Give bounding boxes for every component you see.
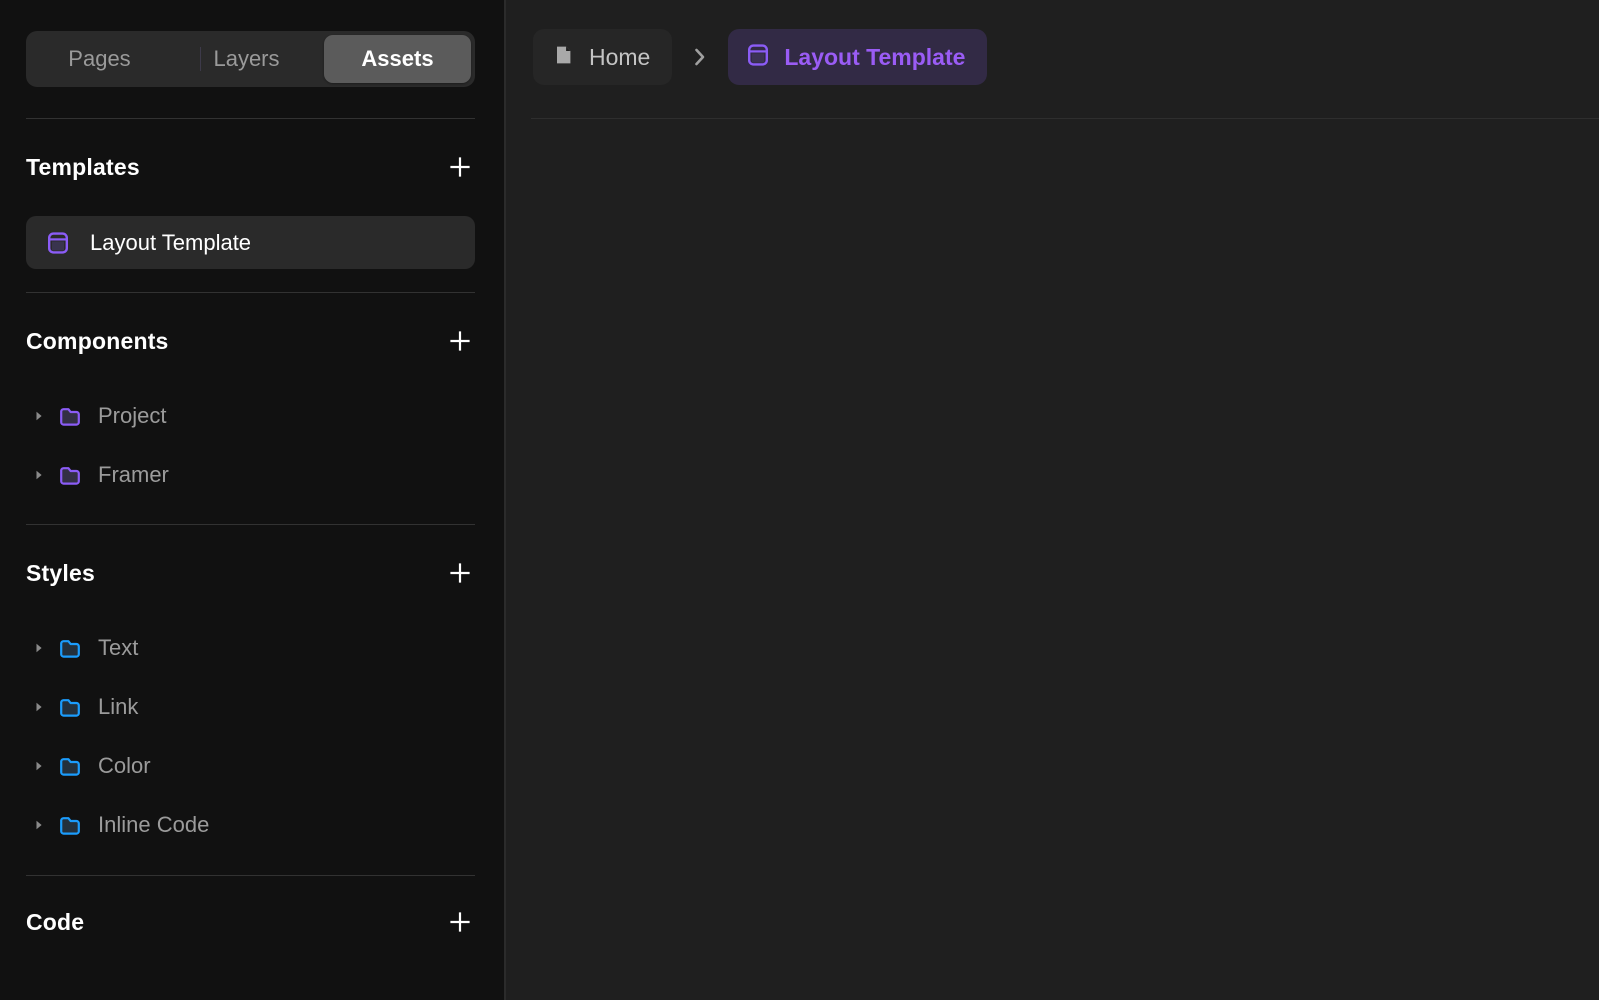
- folder-icon: [52, 404, 88, 428]
- caret-glyph: [36, 761, 42, 771]
- asset-item-layout-template[interactable]: Layout Template: [26, 216, 475, 269]
- folder-icon-glyph: [60, 408, 80, 426]
- folder-icon-glyph: [60, 640, 80, 658]
- add-component-button[interactable]: [445, 326, 475, 356]
- caret-glyph: [36, 411, 42, 421]
- section-title-styles: Styles: [26, 559, 95, 586]
- breadcrumb: Home Layout Template: [533, 29, 988, 85]
- canvas-area[interactable]: [506, 119, 1599, 1000]
- template-icon-glyph: [748, 43, 769, 66]
- tab-assets[interactable]: Assets: [324, 35, 471, 83]
- assets-sidebar: Pages Layers Assets Templates Layout Tem…: [0, 0, 506, 1000]
- section-title-templates: Templates: [26, 153, 140, 180]
- tab-pages-label: Pages: [68, 46, 131, 71]
- folder-icon-glyph: [60, 817, 80, 835]
- add-code-button[interactable]: [445, 907, 475, 937]
- breadcrumb-bar: Home Layout Template: [506, 0, 1599, 119]
- plus-icon: [450, 563, 470, 583]
- template-icon: [746, 43, 770, 72]
- folder-icon: [52, 695, 88, 719]
- add-template-button[interactable]: [445, 152, 475, 182]
- tab-layers[interactable]: Layers: [173, 31, 320, 87]
- panel-tabs: Pages Layers Assets: [26, 31, 475, 87]
- divider-below-tabs: [26, 118, 475, 119]
- caret-glyph: [36, 820, 42, 830]
- caret-glyph: [36, 643, 42, 653]
- asset-item-label: Layout Template: [90, 229, 252, 255]
- divider-below-styles: [26, 875, 475, 876]
- breadcrumb-separator: [672, 46, 728, 68]
- component-folder-project[interactable]: Project: [26, 396, 475, 436]
- divider-below-templates: [26, 292, 475, 293]
- component-folder-label: Project: [98, 403, 167, 428]
- style-folder-label: Link: [98, 694, 139, 719]
- folder-icon: [52, 463, 88, 487]
- chevron-right-icon[interactable]: [26, 396, 52, 436]
- section-title-components: Components: [26, 327, 169, 354]
- page-icon: [551, 43, 575, 72]
- chevron-right-icon[interactable]: [26, 687, 52, 727]
- style-folder-text[interactable]: Text: [26, 628, 475, 668]
- chevron-right-icon[interactable]: [26, 805, 52, 845]
- page-icon-glyph: [557, 46, 571, 63]
- section-header-styles: Styles: [26, 558, 475, 588]
- chevron-right-icon[interactable]: [26, 455, 52, 495]
- folder-icon: [52, 754, 88, 778]
- tab-assets-label: Assets: [361, 46, 434, 71]
- folder-icon-glyph: [60, 699, 80, 717]
- main-area: Home Layout Template: [506, 0, 1599, 1000]
- breadcrumb-item-layout-template[interactable]: Layout Template: [728, 29, 988, 85]
- chevron-right-icon[interactable]: [26, 628, 52, 668]
- chevron-right-icon[interactable]: [26, 746, 52, 786]
- section-header-code: Code: [26, 907, 475, 937]
- caret-glyph: [36, 702, 42, 712]
- folder-icon-glyph: [60, 758, 80, 776]
- app-root: Pages Layers Assets Templates Layout Tem…: [0, 0, 1599, 1000]
- chevron-right-icon: [695, 48, 705, 66]
- folder-icon: [52, 813, 88, 837]
- tab-layers-label: Layers: [213, 46, 280, 71]
- style-folder-label: Inline Code: [98, 812, 210, 837]
- component-folder-framer[interactable]: Framer: [26, 455, 475, 495]
- template-icon-glyph: [48, 231, 69, 254]
- section-header-templates: Templates: [26, 152, 475, 182]
- style-folder-inline-code[interactable]: Inline Code: [26, 805, 475, 845]
- folder-icon-glyph: [60, 467, 80, 485]
- plus-icon: [450, 912, 470, 932]
- template-icon: [40, 231, 76, 255]
- section-title-code: Code: [26, 908, 85, 935]
- add-style-button[interactable]: [445, 558, 475, 588]
- breadcrumb-current-label: Layout Template: [784, 43, 966, 70]
- style-folder-link[interactable]: Link: [26, 687, 475, 727]
- component-folder-label: Framer: [98, 462, 169, 487]
- divider-below-components: [26, 524, 475, 525]
- plus-icon: [450, 157, 470, 177]
- caret-glyph: [36, 470, 42, 480]
- style-folder-label: Text: [98, 635, 139, 660]
- folder-icon: [52, 636, 88, 660]
- plus-icon: [450, 331, 470, 351]
- breadcrumb-home-label: Home: [589, 43, 651, 70]
- style-folder-label: Color: [98, 753, 151, 778]
- breadcrumb-item-home[interactable]: Home: [533, 29, 673, 85]
- section-header-components: Components: [26, 326, 475, 356]
- tab-pages[interactable]: Pages: [26, 31, 173, 87]
- style-folder-color[interactable]: Color: [26, 746, 475, 786]
